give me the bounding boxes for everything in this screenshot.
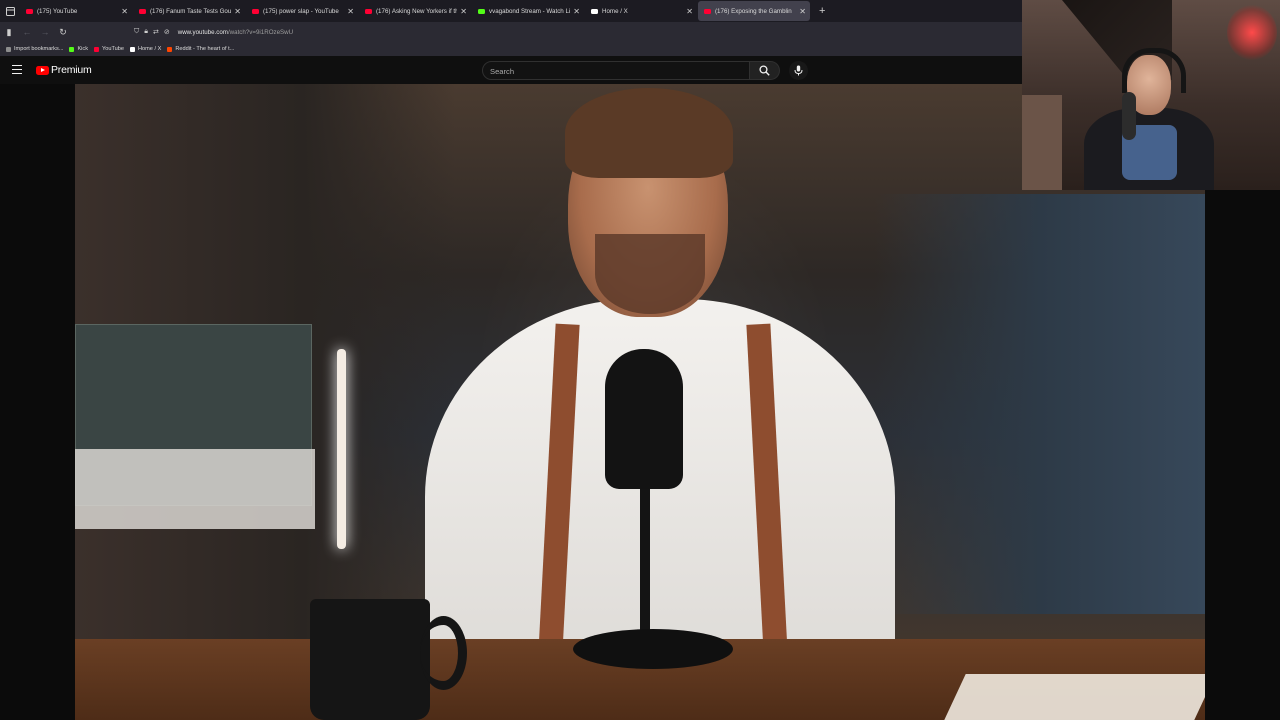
tab-favicon-icon [26, 8, 33, 14]
close-tab-icon[interactable]: ✕ [573, 7, 580, 16]
tab-list-menu-icon[interactable] [0, 0, 20, 22]
bookmark-label: Import bookmarks... [14, 46, 64, 52]
hamburger-icon[interactable] [12, 65, 22, 77]
presenter-beard-image [595, 234, 705, 314]
tab-title: (176) Asking New Yorkers if the [376, 7, 458, 15]
permissions-icon[interactable]: ⇄ [153, 28, 159, 36]
webcam-microphone-image [1122, 92, 1136, 140]
youtube-premium-logo[interactable]: Premium [36, 64, 92, 76]
tab-title: (176) Fanum Taste Tests Gourm [150, 7, 232, 15]
bookmark-label: Kick [77, 46, 89, 52]
tab-favicon-icon [139, 8, 146, 14]
search-button[interactable] [750, 61, 780, 80]
bookmark-favicon-icon [167, 46, 173, 52]
bookmark-favicon-icon [69, 46, 75, 52]
monitor-screens-image [75, 449, 315, 529]
browser-navigation-bar: ▮ ← → ↻ ⛉ 🔒︎ ⇄ ⊘ www.youtube.com/watch?v… [0, 22, 1022, 42]
paper-sheet-image [944, 674, 1205, 720]
streamer-webcam-overlay [1022, 0, 1280, 190]
close-tab-icon[interactable]: ✕ [234, 7, 241, 16]
coffee-mug-image [310, 599, 430, 720]
youtube-play-icon [36, 65, 49, 75]
close-tab-icon[interactable]: ✕ [460, 7, 467, 16]
bookmark-label: Home / X [138, 46, 162, 52]
browser-tab-strip: (175) YouTube ✕ (176) Fanum Taste Tests Go… [0, 0, 1022, 22]
lock-icon[interactable]: 🔒︎ [144, 28, 148, 36]
close-tab-icon[interactable]: ✕ [347, 7, 354, 16]
tab-favicon-icon [591, 8, 598, 14]
logo-text: Premium [51, 64, 92, 76]
tab-favicon-icon [478, 8, 485, 14]
bookmark-item[interactable]: Reddit - The heart of t... [167, 46, 234, 52]
webcam-red-light-image [1227, 5, 1277, 60]
presenter-hair-image [565, 88, 733, 178]
browser-tab[interactable]: (176) Asking New Yorkers if the ✕ [359, 1, 471, 21]
tab-favicon-icon [704, 8, 711, 14]
close-tab-icon[interactable]: ✕ [121, 7, 128, 16]
reload-icon[interactable]: ↻ [54, 27, 72, 38]
close-tab-icon[interactable]: ✕ [799, 7, 806, 16]
tracking-icon[interactable]: ⊘ [164, 28, 170, 36]
browser-tab[interactable]: (175) power slap - YouTube ✕ [246, 1, 358, 21]
back-icon[interactable]: ← [18, 27, 36, 37]
bookmark-label: Reddit - The heart of t... [175, 46, 235, 52]
microphone-stand-image [640, 484, 650, 644]
url-path: /watch?v=9i1ROzeSwU [227, 28, 294, 36]
tab-title: (175) power slap - YouTube [263, 7, 339, 15]
bookmark-favicon-icon [6, 46, 11, 52]
tab-title: (176) Exposing the Gamblin [715, 7, 792, 15]
tab-favicon-icon [252, 8, 259, 14]
voice-search-button[interactable] [789, 61, 808, 80]
tab-title: Home / X [602, 7, 628, 15]
url-domain: www.youtube.com [177, 28, 228, 36]
bookmark-item[interactable]: Import bookmarks... [6, 46, 63, 52]
tab-title: (175) YouTube [37, 7, 78, 15]
url-bar[interactable]: www.youtube.com/watch?v=9i1ROzeSwU [178, 29, 293, 36]
bookmark-item[interactable]: YouTube [94, 46, 124, 52]
forward-icon[interactable]: → [36, 27, 54, 37]
search-input[interactable]: Search [482, 61, 750, 80]
webcam-shelf-image [1022, 95, 1062, 190]
youtube-header: Premium Search [0, 56, 1022, 84]
bookmark-favicon-icon [94, 46, 100, 52]
sidebar-toggle-icon[interactable]: ▮ [0, 27, 18, 38]
microphone-base-image [573, 629, 733, 669]
close-tab-icon[interactable]: ✕ [686, 7, 693, 16]
new-tab-button[interactable]: + [819, 5, 825, 17]
page-left-margin [0, 84, 75, 720]
studio-microphone-image [605, 349, 683, 489]
browser-tab[interactable]: Home / X ✕ [585, 1, 697, 21]
tab-favicon-icon [365, 8, 372, 14]
webcam-headphones-image [1122, 48, 1186, 93]
browser-tab[interactable]: vvagabond Stream - Watch Liv ✕ [472, 1, 584, 21]
browser-tab[interactable]: (176) Fanum Taste Tests Gourm ✕ [133, 1, 245, 21]
tab-title: vvagabond Stream - Watch Liv [489, 7, 571, 15]
shield-icon[interactable]: ⛉ [134, 28, 139, 36]
browser-tab[interactable]: (176) Exposing the Gamblin ✕ [698, 1, 810, 21]
mug-handle-image [420, 616, 467, 690]
bookmark-item[interactable]: Kick [69, 46, 88, 52]
bookmark-favicon-icon [130, 46, 135, 52]
microphone-icon [794, 65, 803, 76]
search-placeholder: Search [490, 67, 515, 76]
browser-tab[interactable]: (175) YouTube ✕ [20, 1, 132, 21]
bookmark-item[interactable]: Home / X [130, 46, 161, 52]
bookmarks-bar: Import bookmarks... Kick YouTube Home / X Re… [0, 42, 1022, 56]
bookmark-label: YouTube [102, 46, 124, 52]
page-right-margin [1205, 190, 1280, 720]
search-icon [759, 65, 770, 76]
video-background-right [875, 194, 1205, 614]
light-tube-image [337, 349, 346, 549]
